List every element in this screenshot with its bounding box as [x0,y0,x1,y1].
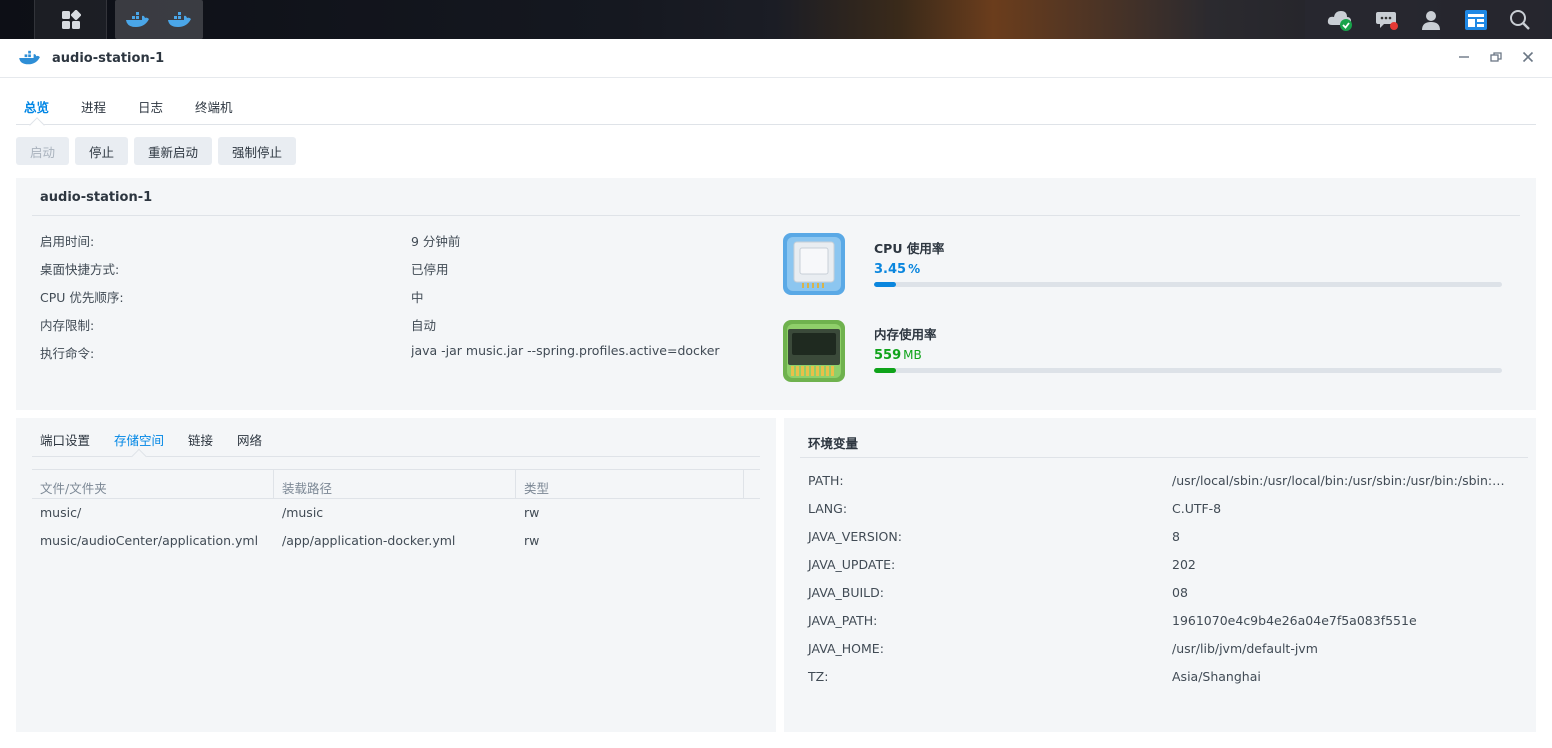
volume-type: rw [524,505,540,520]
env-key: JAVA_PATH: [808,613,878,628]
info-key: 启用时间: [40,234,95,249]
running-apps [115,0,203,39]
system-tray [1305,0,1552,39]
info-value: 自动 [411,318,437,333]
cpu-usage-bar [874,282,1502,287]
tab-port-settings[interactable]: 端口设置 [32,418,98,456]
environment-title: 环境变量 [808,436,859,451]
force-stop-button[interactable]: 强制停止 [218,137,297,165]
container-icon [19,50,40,65]
info-key: 内存限制: [40,318,95,333]
info-key: 桌面快捷方式: [40,262,120,277]
container-details-window: audio-station-1 总览 进程 日志 终端机 启动 停止 重新启动 … [0,39,1552,748]
tab-overview[interactable]: 总览 [16,87,57,124]
action-toolbar: 启动 停止 重新启动 强制停止 [16,137,297,165]
restore-icon[interactable] [1490,51,1502,67]
divider [800,457,1528,458]
volume-path: music/ [40,505,82,520]
info-value: 已停用 [411,262,449,277]
main-menu-button[interactable] [34,0,107,39]
env-key: LANG: [808,501,848,516]
tab-terminal[interactable]: 终端机 [187,87,241,124]
overview-panel: audio-station-1 启用时间: 9 分钟前 桌面快捷方式: 已停用 … [16,178,1536,410]
widgets-icon[interactable] [1464,9,1488,31]
env-key: JAVA_BUILD: [808,585,884,600]
desktop-taskbar [0,0,1552,39]
info-value: java -jar music.jar --spring.profiles.ac… [411,343,720,358]
env-value: /usr/local/sbin:/usr/local/bin:/usr/sbin… [1172,473,1508,488]
tab-links[interactable]: 链接 [180,418,221,456]
settings-tabs: 端口设置 存储空间 链接 网络 [32,418,760,457]
cloud-sync-icon[interactable] [1326,8,1354,32]
env-value: Asia/Shanghai [1172,669,1261,684]
window-title: audio-station-1 [52,50,165,66]
app-grid-icon [61,9,81,29]
window-titlebar[interactable]: audio-station-1 [0,39,1552,78]
container-manager-taskbar-icon-2[interactable] [167,10,193,30]
tab-network[interactable]: 网络 [229,418,270,456]
column-header-type[interactable]: 类型 [516,470,744,498]
main-tabs: 总览 进程 日志 终端机 [16,87,1536,125]
divider [32,215,1520,216]
volume-mount: /music [282,505,324,520]
column-header-mount-path[interactable]: 装载路径 [274,470,516,498]
memory-chip-icon [782,319,846,387]
memory-usage-fill [874,368,896,373]
memory-usage-bar [874,368,1502,373]
env-value: 08 [1172,585,1188,600]
tab-processes[interactable]: 进程 [73,87,114,124]
env-value: 202 [1172,557,1196,572]
cpu-usage-label: CPU 使用率 [874,241,945,256]
tab-storage[interactable]: 存储空间 [106,418,172,456]
info-value: 中 [411,290,424,305]
env-value: 8 [1172,529,1180,544]
user-icon[interactable] [1420,9,1442,31]
memory-usage-label: 内存使用率 [874,327,937,342]
minimize-icon[interactable] [1458,51,1470,67]
environment-panel: 环境变量 PATH: /usr/local/sbin:/usr/local/bi… [784,418,1536,732]
cpu-chip-icon [782,232,846,300]
volume-table: 文件/文件夹 装载路径 类型 music/ /music rw music/au… [32,469,760,555]
cpu-usage-fill [874,282,896,287]
memory-usage-value: 559 MB [874,348,922,363]
column-header-file[interactable]: 文件/文件夹 [32,470,274,498]
volume-type: rw [524,533,540,548]
info-value: 9 分钟前 [411,234,461,249]
search-icon[interactable] [1509,9,1531,31]
env-value: C.UTF-8 [1172,501,1222,516]
table-row[interactable]: music/ /music rw [32,499,760,527]
env-key: JAVA_HOME: [808,641,884,656]
tab-logs[interactable]: 日志 [130,87,171,124]
notifications-icon[interactable] [1375,8,1399,32]
cpu-usage-value: 3.45% [874,262,921,277]
restart-button[interactable]: 重新启动 [134,137,213,165]
table-row[interactable]: music/audioCenter/application.yml /app/a… [32,527,760,555]
info-key: CPU 优先顺序: [40,290,124,305]
volume-mount: /app/application-docker.yml [282,533,456,548]
env-value: 1961070e4c9b4e26a04e7f5a083f551e [1172,613,1417,628]
env-key: PATH: [808,473,844,488]
env-key: JAVA_UPDATE: [808,557,896,572]
container-name: audio-station-1 [40,190,153,205]
env-value: /usr/lib/jvm/default-jvm [1172,641,1318,656]
container-manager-taskbar-icon[interactable] [125,10,151,30]
stop-button[interactable]: 停止 [75,137,129,165]
start-button[interactable]: 启动 [16,137,70,165]
close-icon[interactable] [1522,51,1534,67]
info-key: 执行命令: [40,346,95,361]
settings-panel: 端口设置 存储空间 链接 网络 文件/文件夹 装载路径 类型 music/ /m… [16,418,776,732]
env-key: JAVA_VERSION: [808,529,902,544]
table-header: 文件/文件夹 装载路径 类型 [32,469,760,499]
volume-path: music/audioCenter/application.yml [40,533,259,548]
column-header-spacer [744,470,760,498]
env-key: TZ: [808,669,829,684]
